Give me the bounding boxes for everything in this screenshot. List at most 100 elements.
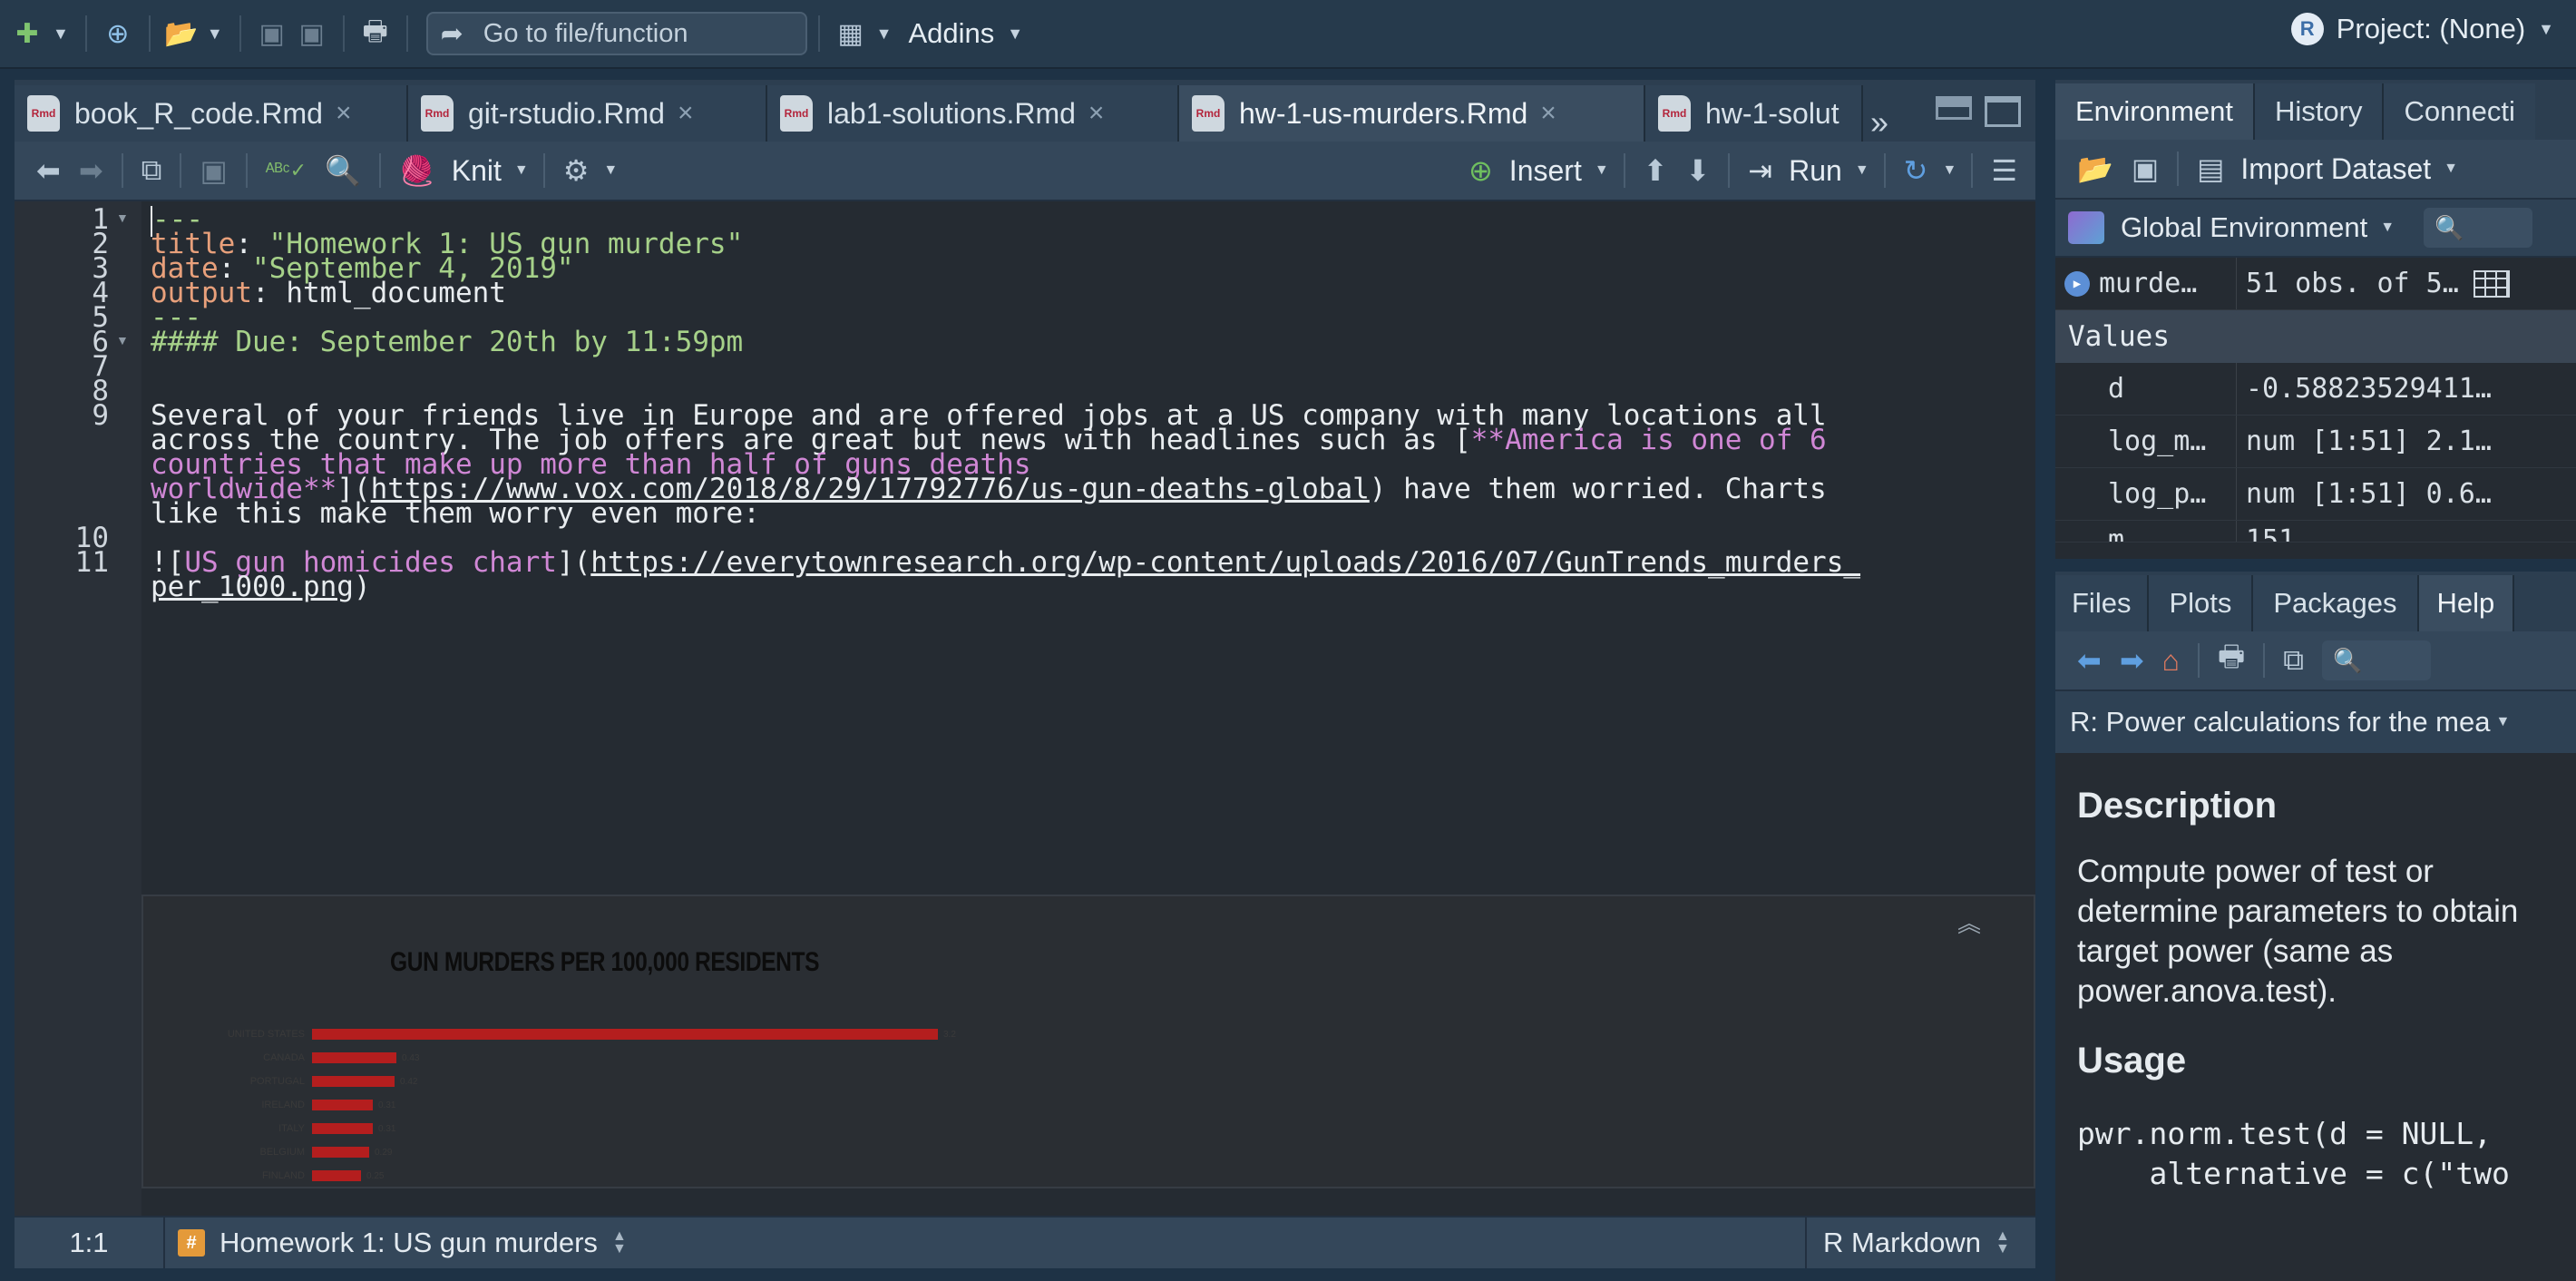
chart-bar <box>312 1029 938 1040</box>
view-data-grid-icon[interactable] <box>2473 269 2510 298</box>
find-replace-icon[interactable]: 🔍 <box>325 153 361 188</box>
search-icon: 🔍 <box>2333 646 2363 674</box>
tab-help[interactable]: Help <box>2418 575 2515 631</box>
tab-hw-1-solutions[interactable]: Rmd hw-1-solut <box>1645 85 1863 142</box>
pane-layout-caret-icon[interactable]: ▼ <box>876 24 893 44</box>
pane-layout-icon[interactable]: ▦ <box>831 14 871 54</box>
toolbar-separator <box>180 153 182 188</box>
settings-gear-icon[interactable]: ⚙ <box>563 153 590 188</box>
toolbar-separator <box>148 15 151 52</box>
knit-caret-icon[interactable]: ▼ <box>514 162 529 179</box>
insert-chunk-icon[interactable]: ⊕ <box>1469 153 1493 188</box>
knit-button[interactable]: Knit <box>452 154 502 188</box>
collapse-preview-icon[interactable]: ︽ <box>1957 905 1981 939</box>
env-value: 51 obs. of 5… <box>2246 268 2459 299</box>
import-dataset-button[interactable]: Import Dataset <box>2240 152 2431 186</box>
previous-chunk-icon[interactable]: ⬆ <box>1644 153 1668 188</box>
value-row[interactable]: log_p… num [1:51] 0.6… <box>2055 468 2576 521</box>
chart-bar <box>312 1147 369 1158</box>
addins-menu[interactable]: Addins <box>908 17 994 50</box>
new-file-caret-icon[interactable]: ▼ <box>53 24 69 44</box>
run-caret-icon[interactable]: ▼ <box>1855 162 1869 179</box>
save-workspace-icon[interactable]: ▣ <box>2132 152 2159 186</box>
save-icon[interactable]: ▣ <box>200 153 227 188</box>
usage-code-line: pwr.norm.test(d = NULL, <box>2077 1116 2492 1151</box>
expand-data-icon[interactable]: ▶ <box>2064 270 2090 297</box>
close-tab-icon[interactable]: × <box>1088 98 1105 129</box>
tab-git-rstudio[interactable]: Rmd git-rstudio.Rmd × <box>408 85 767 142</box>
fold-arrow-icon[interactable]: ▼ <box>116 333 129 347</box>
rerun-caret-icon[interactable]: ▼ <box>1942 162 1956 179</box>
insert-button[interactable]: Insert <box>1509 154 1582 188</box>
tab-files[interactable]: Files <box>2055 575 2150 631</box>
scope-caret-icon[interactable]: ▼ <box>2380 220 2395 236</box>
help-topic-select[interactable]: R: Power calculations for the mea ▼ <box>2055 691 2576 753</box>
close-tab-icon[interactable]: × <box>336 98 352 129</box>
help-print-icon[interactable]: 🖶 <box>2218 636 2245 685</box>
minimize-pane-icon[interactable] <box>1936 96 1972 120</box>
spell-check-icon[interactable]: ᴬᴮᶜ✓ <box>266 159 307 182</box>
import-dataset-caret-icon[interactable]: ▼ <box>2444 161 2458 177</box>
value-row[interactable]: m 151 <box>2055 521 2576 543</box>
load-workspace-icon[interactable]: 📂 <box>2077 152 2113 186</box>
tab-lab1-solutions[interactable]: Rmd lab1-solutions.Rmd × <box>767 85 1179 142</box>
maximize-pane-icon[interactable] <box>1985 96 2021 127</box>
fold-arrow-icon[interactable]: ▼ <box>116 210 129 225</box>
project-menu[interactable]: R Project: (None) ▼ <box>2290 13 2560 45</box>
chart-value-label: 0.29 <box>375 1147 393 1158</box>
tab-hw-1-us-murders[interactable]: Rmd hw-1-us-murders.Rmd × <box>1179 85 1645 142</box>
editor-tab-bar: Rmd book_R_code.Rmd × Rmd git-rstudio.Rm… <box>15 80 2035 142</box>
knit-icon[interactable]: 🧶 <box>399 153 435 188</box>
run-button[interactable]: Run <box>1789 154 1842 188</box>
chart-bar <box>312 1170 361 1181</box>
open-file-caret-icon[interactable]: ▼ <box>207 24 223 44</box>
forward-arrow-icon[interactable]: ➡ <box>79 153 103 188</box>
data-row[interactable]: ▶ murde… 51 obs. of 5… <box>2055 258 2576 310</box>
tab-plots[interactable]: Plots <box>2149 575 2254 631</box>
close-tab-icon[interactable]: × <box>1540 98 1556 129</box>
value-row[interactable]: d -0.58823529411… <box>2055 363 2576 416</box>
env-name-cell: ▶ murde… <box>2055 258 2237 309</box>
rerun-icon[interactable]: ↻ <box>1904 153 1928 188</box>
show-in-window-icon[interactable]: ⧉ <box>141 153 162 188</box>
insert-caret-icon[interactable]: ▼ <box>1595 162 1609 179</box>
settings-caret-icon[interactable]: ▼ <box>603 162 618 179</box>
next-chunk-icon[interactable]: ⬇ <box>1685 153 1710 188</box>
tab-connections[interactable]: Connecti <box>2384 83 2535 140</box>
rmd-file-icon: Rmd <box>780 95 813 132</box>
environment-search-input[interactable]: 🔍 <box>2424 208 2533 248</box>
close-tab-icon[interactable]: × <box>678 98 694 129</box>
help-content: Description Compute power of test or det… <box>2055 753 2576 1281</box>
help-home-icon[interactable]: ⌂ <box>2162 644 2180 678</box>
more-tabs-icon[interactable]: » <box>1870 103 1888 142</box>
chunk-navigator[interactable]: # Homework 1: US gun murders ▲ ▼ <box>165 1227 627 1259</box>
code-line: per_1000.png) <box>151 571 371 603</box>
help-forward-icon[interactable]: ➡ <box>2120 643 2144 678</box>
new-project-icon[interactable]: ⊕ <box>98 14 138 54</box>
addins-caret-icon[interactable]: ▼ <box>1007 24 1023 44</box>
file-type-selector[interactable]: R Markdown ▲ ▼ <box>1805 1217 2035 1268</box>
save-icon[interactable]: ▣ <box>252 14 292 54</box>
goto-file-function-input[interactable]: ➦ Go to file/function <box>425 12 807 55</box>
run-icon[interactable]: ⇥ <box>1748 153 1772 188</box>
print-icon[interactable]: 🖶 <box>356 14 395 54</box>
help-search-input[interactable]: 🔍 <box>2322 640 2432 680</box>
import-dataset-icon[interactable]: ▤ <box>2197 152 2224 186</box>
environment-stack-icon <box>2068 211 2104 244</box>
open-file-icon[interactable]: 📂 <box>161 14 201 54</box>
back-arrow-icon[interactable]: ⬅ <box>36 153 61 188</box>
save-all-icon[interactable]: ▣ <box>292 14 332 54</box>
tab-history[interactable]: History <box>2255 83 2385 140</box>
tab-book-r-code[interactable]: Rmd book_R_code.Rmd × <box>15 85 408 142</box>
environment-scope-select[interactable]: Global Environment <box>2121 211 2367 244</box>
tab-environment[interactable]: Environment <box>2055 83 2256 140</box>
help-new-window-icon[interactable]: ⧉ <box>2283 643 2304 678</box>
tab-packages[interactable]: Packages <box>2253 575 2419 631</box>
document-outline-icon[interactable]: ☰ <box>1991 153 2017 188</box>
chart-category-label: CANADA <box>263 1052 305 1063</box>
new-file-icon[interactable]: ✚ <box>7 14 47 54</box>
value-row[interactable]: log_m… num [1:51] 2.1… <box>2055 416 2576 468</box>
help-back-icon[interactable]: ⬅ <box>2077 643 2102 678</box>
env-value: -0.58823529411… <box>2246 373 2492 405</box>
project-caret-icon: ▼ <box>2538 19 2554 38</box>
